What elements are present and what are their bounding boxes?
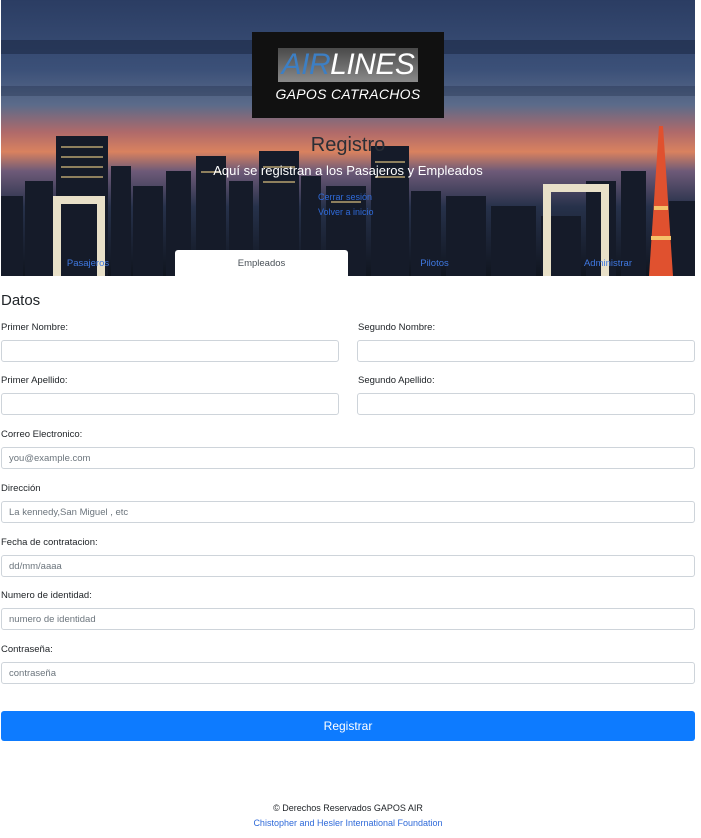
tab-pasajeros[interactable]: Pasajeros xyxy=(1,250,175,276)
section-title: Datos xyxy=(1,292,41,309)
hero-banner: AIRLINES GAPOS CATRACHOS Registro Aquí s… xyxy=(1,0,695,276)
second-surname-label: Segundo Apellido: xyxy=(358,375,435,386)
home-link[interactable]: Volver a inicio xyxy=(318,207,374,217)
foundation-link[interactable]: Chistopher and Hesler International Foun… xyxy=(0,818,696,828)
first-surname-label: Primer Apellido: xyxy=(1,375,68,386)
airlines-logo: AIRLINES GAPOS CATRACHOS xyxy=(252,32,444,118)
page-subtitle: Aquí se registran a los Pasajeros y Empl… xyxy=(213,163,483,178)
email-label: Correo Electronico: xyxy=(1,429,83,440)
email-field[interactable] xyxy=(1,447,695,469)
logout-link[interactable]: Cerrar sesión xyxy=(318,192,372,202)
register-button[interactable]: Registrar xyxy=(1,711,695,741)
address-label: Dirección xyxy=(1,483,41,494)
logo-lines-text: LINES xyxy=(330,48,415,81)
hire-date-label: Fecha de contratacion: xyxy=(1,537,98,548)
tab-pilotos[interactable]: Pilotos xyxy=(348,250,521,276)
hire-date-input[interactable] xyxy=(1,555,695,577)
tab-empleados[interactable]: Empleados xyxy=(175,250,348,276)
page-title: Registro xyxy=(310,134,386,156)
second-name-input[interactable] xyxy=(357,340,695,362)
tab-administrar[interactable]: Administrar xyxy=(521,250,695,276)
password-input[interactable] xyxy=(1,662,695,684)
nav-tabs: Pasajeros Empleados Pilotos Administrar xyxy=(1,250,695,276)
second-surname-input[interactable] xyxy=(357,393,695,415)
second-name-label: Segundo Nombre: xyxy=(358,322,436,333)
address-input[interactable] xyxy=(1,501,695,523)
logo-air-text: AIR xyxy=(281,48,331,81)
logo-wordmark: AIRLINES xyxy=(278,48,418,82)
password-label: Contraseña: xyxy=(1,644,53,655)
first-name-label: Primer Nombre: xyxy=(1,322,69,333)
id-number-label: Numero de identidad: xyxy=(1,590,92,601)
first-surname-input[interactable] xyxy=(1,393,339,415)
id-number-input[interactable] xyxy=(1,608,695,630)
copyright-text: © Derechos Reservados GAPOS AIR xyxy=(273,803,423,813)
first-name-input[interactable] xyxy=(1,340,339,362)
logo-subtitle: GAPOS CATRACHOS xyxy=(275,86,421,102)
